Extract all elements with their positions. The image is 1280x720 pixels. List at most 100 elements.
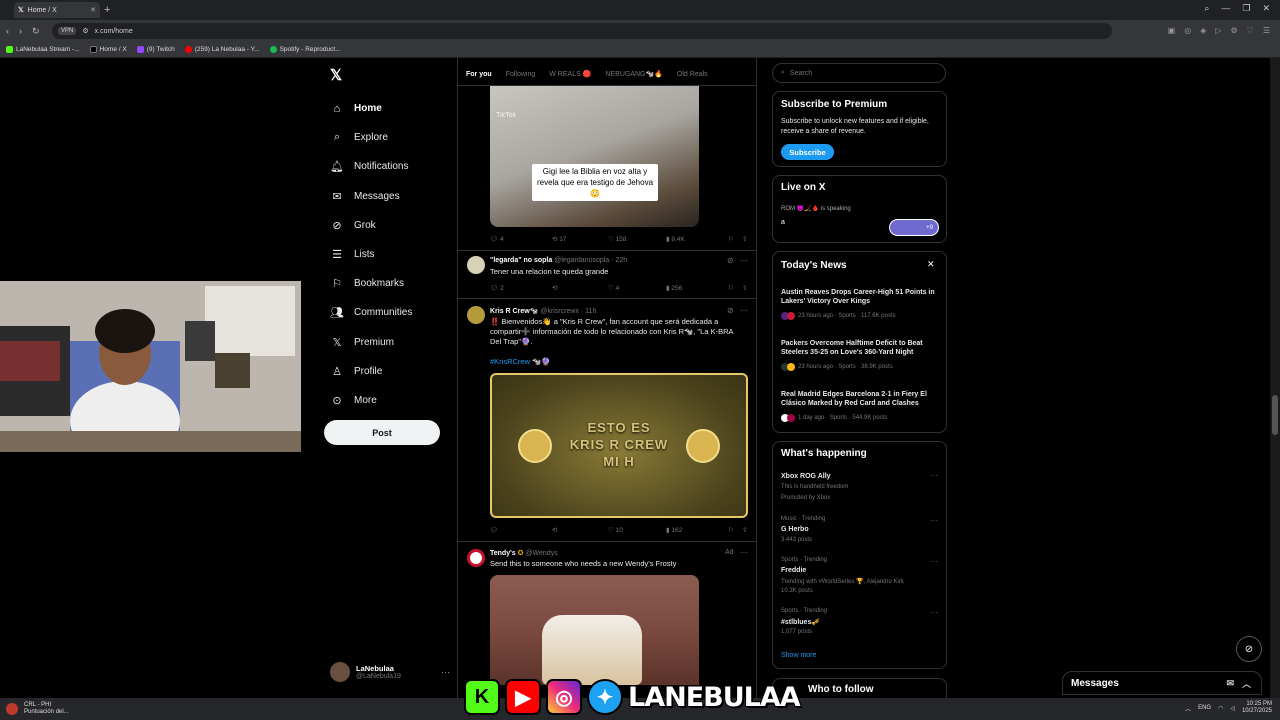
views-button[interactable]: ▮ 162	[666, 526, 728, 534]
language-indicator[interactable]: ENG	[1198, 705, 1211, 711]
trend-title[interactable]: Xbox ROG Ally	[781, 473, 831, 480]
more-options-icon[interactable]: ···	[740, 256, 748, 265]
sidebar-item-lists[interactable]: ☰ Lists	[322, 240, 452, 269]
tab-for-you[interactable]: For you	[466, 71, 492, 78]
wifi-icon[interactable]: ◠	[1218, 705, 1223, 712]
avatar[interactable]	[467, 306, 485, 324]
avatar[interactable]	[467, 549, 485, 567]
bookmark-item[interactable]: (259) La Nebulaa - Y...	[184, 46, 260, 53]
views-button[interactable]: ▮ 9.4K	[666, 235, 728, 243]
sidebar-item-communities[interactable]: 👥︎ Communities	[322, 298, 452, 327]
sidebar-item-profile[interactable]: ♙ Profile	[322, 357, 452, 386]
grok-fab-icon[interactable]: ⊘	[1236, 636, 1262, 662]
more-options-icon[interactable]: ···	[930, 608, 938, 617]
avatar[interactable]	[467, 256, 485, 274]
news-headline[interactable]: Packers Overcome Halftime Deficit to Bea…	[781, 339, 941, 357]
tab-nebugang[interactable]: NEBUGANG🐄🔥	[605, 70, 663, 78]
account-switcher[interactable]: LaNebulaa @LaNebula19 ···	[330, 662, 450, 682]
sidebar-item-premium[interactable]: 𝕏 Premium	[322, 328, 452, 357]
author-handle[interactable]: @Wendys	[525, 550, 557, 557]
tweet-media[interactable]: TikTok Gigi lee la Biblia en voz alta y …	[490, 86, 699, 227]
volume-icon[interactable]: ◁	[1230, 705, 1235, 712]
close-window-icon[interactable]: ✕	[1262, 3, 1270, 14]
show-more-link[interactable]: Show more	[781, 652, 816, 659]
repost-button[interactable]: ⟲	[552, 526, 608, 534]
tab-w-reals[interactable]: W REALS 🔴	[549, 70, 591, 78]
grok-icon[interactable]: ⊘	[727, 306, 734, 315]
tweet-media[interactable]: ESTO ES KRIS R CREW MI H	[490, 373, 748, 518]
reply-button[interactable]: 💬︎ 2	[490, 284, 552, 292]
close-tab-icon[interactable]: ✕	[90, 6, 96, 14]
extension-icon[interactable]: ◈	[1200, 26, 1206, 35]
live-space-title[interactable]: a	[781, 219, 785, 226]
tab-following[interactable]: Following	[506, 71, 536, 78]
search-tabs-icon[interactable]: ⌕	[1204, 3, 1209, 14]
sidebar-item-grok[interactable]: ⊘ Grok	[322, 211, 452, 240]
views-button[interactable]: ▮ 256	[666, 284, 728, 292]
scrollbar[interactable]	[1270, 58, 1280, 720]
reply-button[interactable]: 💬︎ 4	[490, 235, 552, 243]
like-button[interactable]: ♡ 10	[608, 526, 666, 534]
tweet-media[interactable]	[490, 575, 699, 685]
vpn-badge[interactable]: VPN	[58, 27, 77, 35]
bookmark-icon[interactable]: ⚐	[728, 526, 742, 534]
more-options-icon[interactable]: ···	[930, 516, 938, 525]
extension-icon[interactable]: ◎	[1184, 26, 1191, 35]
new-tab-icon[interactable]: +	[104, 4, 110, 16]
hashtag-link[interactable]: #KrisRCrew 🐄🔮	[490, 357, 551, 367]
post-button[interactable]: Post	[324, 420, 440, 445]
tab-old-reals[interactable]: Old Reals	[677, 71, 708, 78]
extension-icon[interactable]: ▣	[1168, 26, 1176, 35]
share-icon[interactable]: ⇧	[742, 526, 747, 534]
extension-icon[interactable]: ♡	[1247, 26, 1254, 35]
news-headline[interactable]: Austin Reaves Drops Career-High 51 Point…	[781, 288, 941, 306]
news-headline[interactable]: Real Madrid Edges Barcelona 2-1 in Fiery…	[781, 390, 941, 408]
new-message-icon[interactable]: ✉	[1226, 678, 1234, 689]
share-icon[interactable]: ⇧	[742, 235, 747, 243]
close-icon[interactable]: ✕	[927, 259, 935, 270]
like-button[interactable]: ♡ 4	[608, 284, 666, 292]
trend-title[interactable]: G Herbo	[781, 526, 809, 533]
repost-button[interactable]: ⟲	[552, 284, 608, 292]
grok-icon[interactable]: ⊘	[727, 256, 734, 265]
chevron-up-icon[interactable]: ︿	[1242, 677, 1251, 690]
sidebar-item-explore[interactable]: ⌕ Explore	[322, 123, 452, 152]
maximize-icon[interactable]: ❐	[1242, 3, 1250, 14]
bookmark-item[interactable]: Home / X	[89, 46, 127, 53]
site-info-icon[interactable]: ⚙	[82, 27, 88, 35]
sidebar-item-home[interactable]: ⌂ Home	[322, 94, 452, 123]
trend-title[interactable]: Freddie	[781, 567, 806, 574]
bookmark-item[interactable]: Spotify - Reproduct...	[269, 46, 341, 53]
reply-button[interactable]: 💬︎	[490, 526, 552, 534]
trend-title[interactable]: #stlblues🎺	[781, 618, 820, 626]
author-name[interactable]: Kris R Crew🐄	[490, 308, 538, 315]
bookmark-icon[interactable]: ⚐	[728, 235, 742, 243]
author-name[interactable]: "legarda" no sopla	[490, 257, 552, 264]
author-name[interactable]: Tendy's	[490, 550, 516, 557]
author-handle[interactable]: @legardanosopla · 22h	[554, 257, 627, 264]
chevron-up-icon[interactable]: ︿	[1185, 704, 1191, 713]
browser-tab[interactable]: 𝕏 Home / X ✕	[14, 2, 100, 18]
bookmark-icon[interactable]: ⚐	[728, 284, 742, 292]
sidebar-item-more[interactable]: ⊙ More	[322, 386, 452, 415]
more-options-icon[interactable]: ···	[740, 306, 748, 315]
more-options-icon[interactable]: ···	[930, 557, 938, 566]
more-options-icon[interactable]: ···	[930, 471, 938, 480]
bookmark-item[interactable]: LaNebulaa Stream -...	[6, 46, 80, 53]
clock[interactable]: 10:25 PM 10/27/2025	[1242, 701, 1272, 715]
x-logo-icon[interactable]: 𝕏	[330, 66, 342, 84]
repost-button[interactable]: ⟲ 17	[552, 235, 608, 243]
search-input[interactable]: ⌕ Search	[772, 63, 946, 83]
forward-icon[interactable]: ›	[19, 26, 22, 36]
status-app-icon[interactable]	[6, 703, 18, 715]
reload-icon[interactable]: ↻	[32, 26, 40, 37]
menu-icon[interactable]: ☰	[1263, 26, 1270, 35]
messages-drawer[interactable]: Messages ✉ ︿	[1062, 671, 1262, 695]
sidebar-item-messages[interactable]: ✉ Messages	[322, 182, 452, 211]
sidebar-item-notifications[interactable]: 🔔︎ Notifications	[322, 152, 452, 181]
more-options-icon[interactable]: ···	[740, 548, 748, 557]
extension-icon[interactable]: ⚙	[1230, 26, 1237, 35]
sidebar-item-bookmarks[interactable]: ⚐ Bookmarks	[322, 269, 452, 298]
url-field[interactable]: VPN ⚙ x.com/home	[52, 23, 1112, 39]
back-icon[interactable]: ‹	[6, 26, 9, 36]
